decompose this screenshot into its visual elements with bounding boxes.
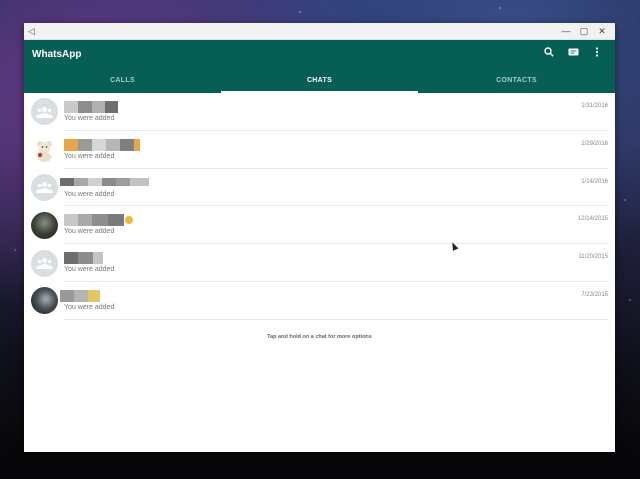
group-icon bbox=[31, 173, 58, 201]
chat-date: 7/23/2015 bbox=[581, 291, 608, 298]
more-vert-icon[interactable] bbox=[591, 47, 603, 60]
window-titlebar: ◁ — ▢ ✕ bbox=[24, 23, 615, 40]
chat-last-message: You were added bbox=[64, 303, 115, 311]
chat-last-message: You were added bbox=[64, 115, 115, 122]
list-item[interactable]: You were added 7/23/2015 bbox=[24, 282, 615, 320]
maximize-icon[interactable]: ▢ bbox=[575, 26, 593, 37]
chat-name-redacted bbox=[60, 289, 100, 302]
app-actions bbox=[543, 47, 603, 60]
chat-last-message: You were added bbox=[64, 152, 115, 160]
chat-name-redacted bbox=[64, 214, 133, 227]
chat-date: 1/14/2016 bbox=[581, 178, 608, 185]
profile-photo bbox=[31, 287, 58, 315]
minimize-icon[interactable]: — bbox=[557, 26, 575, 36]
emoji-icon bbox=[125, 216, 133, 225]
list-item[interactable]: You were added 12/14/2015 bbox=[24, 206, 615, 245]
chat-last-message: You were added bbox=[64, 190, 115, 198]
chat-date: 1/31/2016 bbox=[581, 103, 608, 109]
close-icon[interactable]: ✕ bbox=[593, 26, 611, 37]
app-bar: WhatsApp CALLS CHATS CONTACTS bbox=[24, 40, 615, 93]
app-window: ◁ — ▢ ✕ WhatsApp CALLS CHATS CONTACTS Yo… bbox=[24, 23, 615, 452]
group-icon bbox=[31, 249, 58, 277]
search-icon[interactable] bbox=[543, 47, 555, 60]
tab-calls[interactable]: CALLS bbox=[24, 71, 221, 93]
profile-photo bbox=[31, 211, 58, 239]
app-title: WhatsApp bbox=[32, 49, 82, 60]
chat-list: You were added 1/31/2016 You were added … bbox=[24, 93, 615, 452]
chat-name-redacted bbox=[64, 252, 103, 265]
list-item[interactable]: You were added 1/31/2016 bbox=[24, 93, 615, 131]
new-chat-icon[interactable] bbox=[567, 48, 579, 60]
list-item[interactable]: You were added 11/20/2015 bbox=[24, 244, 615, 282]
tab-contacts[interactable]: CONTACTS bbox=[418, 71, 615, 93]
tab-chats[interactable]: CHATS bbox=[221, 71, 418, 93]
list-item[interactable]: You were added 1/14/2016 bbox=[24, 169, 615, 207]
chat-last-message: You were added bbox=[64, 228, 115, 236]
group-icon bbox=[31, 98, 58, 126]
chat-name-redacted bbox=[64, 101, 118, 113]
chat-date: 12/14/2015 bbox=[577, 216, 608, 223]
chat-date: 1/29/2016 bbox=[581, 140, 608, 147]
tab-bar: CALLS CHATS CONTACTS bbox=[24, 71, 615, 93]
list-item[interactable]: You were added 1/29/2016 bbox=[24, 131, 615, 169]
chat-date: 11/20/2015 bbox=[578, 254, 608, 261]
chat-name-redacted bbox=[64, 138, 140, 151]
chat-name-redacted bbox=[60, 177, 149, 186]
hint-text: Tap and hold on a chat for more options bbox=[267, 333, 372, 340]
chat-last-message: You were added bbox=[64, 266, 115, 274]
back-triangle-icon[interactable]: ◁ bbox=[28, 26, 42, 37]
teddy-bear-photo bbox=[31, 136, 58, 164]
